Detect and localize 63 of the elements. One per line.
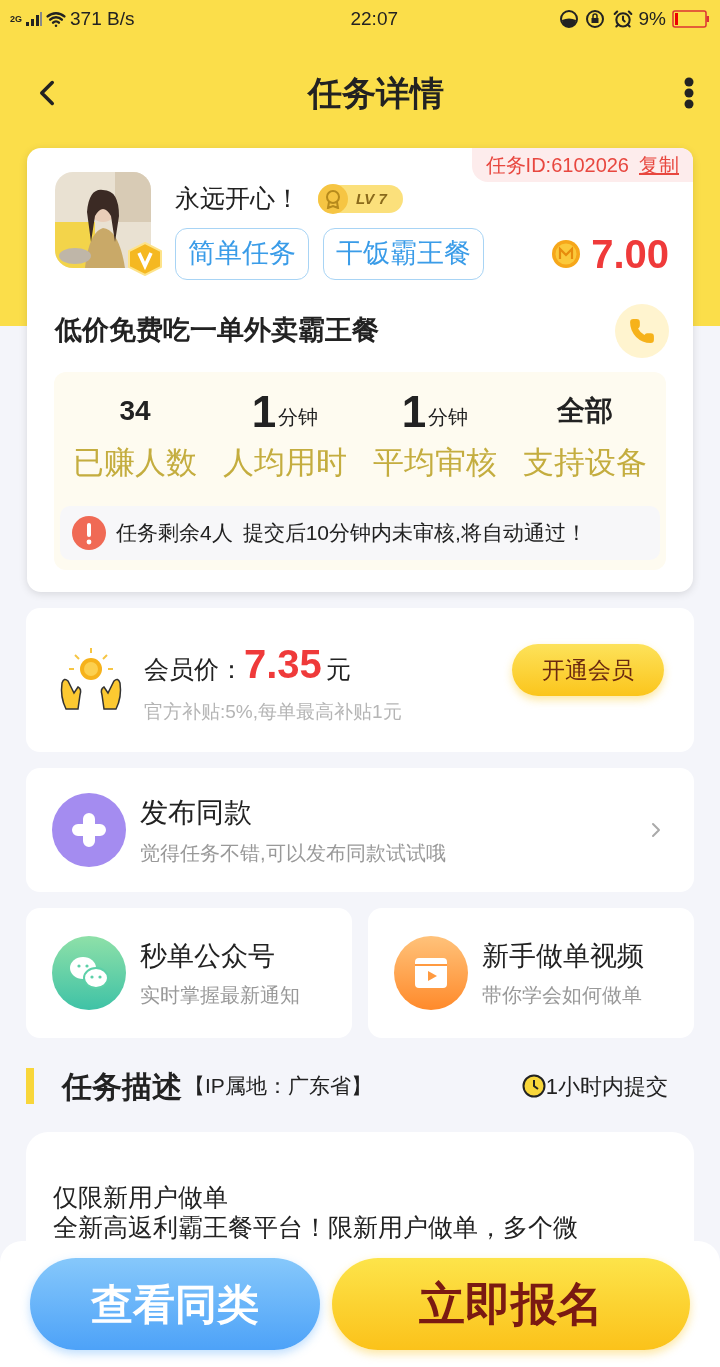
plus-icon — [52, 793, 126, 867]
shortcut-title: 秒单公众号 — [140, 939, 276, 973]
eye-comfort-icon — [558, 9, 579, 29]
member-price-label: 会员价： — [144, 653, 244, 685]
stat-label: 人均用时 — [223, 443, 347, 482]
more-icon — [684, 77, 694, 109]
stat-label: 平均审核 — [373, 443, 497, 482]
stat-value: 全部 — [557, 393, 613, 428]
level-text: LV 7 — [356, 188, 387, 209]
remaining-text: 任务剩余4人 — [116, 520, 233, 547]
page-title: 任务详情 — [306, 72, 445, 114]
coin-icon — [551, 238, 582, 269]
ip-location: 【IP属地：广东省】 — [184, 1073, 372, 1100]
warning-icon — [72, 516, 106, 550]
deadline-text: 1小时内提交 — [545, 1072, 668, 1101]
phone-icon — [629, 317, 655, 344]
signup-button[interactable]: 立即报名 — [332, 1258, 690, 1350]
vip-badge-icon — [127, 242, 163, 276]
shortcut-subtitle: 实时掌握最新通知 — [140, 983, 300, 1009]
shortcut-card[interactable]: 新手做单视频 带你学会如何做单 — [368, 908, 694, 1038]
member-price: 7.35 — [244, 640, 322, 688]
stat-value: 1 — [251, 389, 277, 434]
description-text: 全新高返利霸王餐平台！限新用户做单，多个微 — [53, 1212, 579, 1242]
stat-unit: 分钟 — [428, 404, 469, 430]
shortcut-subtitle: 带你学会如何做单 — [482, 983, 643, 1009]
task-id: 任务ID:6102026 — [485, 153, 629, 178]
clock-icon — [521, 1074, 546, 1098]
publish-subtitle: 觉得任务不错,可以发布同款试试哦 — [140, 841, 447, 866]
section-marker — [26, 1068, 34, 1104]
stat-unit: 分钟 — [278, 404, 319, 430]
chat-bubbles-icon — [52, 936, 126, 1010]
stat-value: 34 — [119, 393, 151, 428]
video-icon — [394, 936, 468, 1010]
subsidy-note: 官方补贴:5%,每单最高补贴1元 — [144, 699, 403, 724]
status-time: 22:07 — [349, 6, 400, 31]
battery-percent: 9% — [638, 6, 666, 31]
task-tag: 简单任务 — [175, 227, 309, 280]
network-speed: 371 B/s — [70, 6, 135, 31]
rotation-lock-icon — [584, 9, 607, 29]
alarm-icon — [612, 9, 633, 29]
coin-hands-icon — [58, 647, 124, 713]
description-text: 仅限新用户做单 — [53, 1182, 229, 1212]
stat-value: 1 — [401, 389, 427, 434]
join-member-button[interactable]: 开通会员 — [512, 644, 664, 696]
shortcut-card[interactable]: 秒单公众号 实时掌握最新通知 — [26, 908, 352, 1038]
price-unit: 元 — [325, 653, 351, 685]
section-title: 任务描述 — [62, 1068, 182, 1105]
stat-label: 支持设备 — [523, 443, 647, 482]
user-name: 永远开心！ — [175, 183, 300, 214]
stat-label: 已赚人数 — [73, 443, 197, 482]
reward-amount: 7.00 — [591, 230, 669, 278]
battery-icon — [672, 10, 710, 28]
wifi-icon — [46, 9, 66, 29]
network-type: 2G — [10, 12, 22, 26]
medal-icon — [324, 188, 342, 209]
task-title: 低价免费吃一单外卖霸王餐 — [55, 314, 380, 348]
auto-approve-text: 提交后10分钟内未审核,将自动通过！ — [242, 520, 587, 547]
task-tag: 干饭霸王餐 — [323, 227, 484, 280]
shortcut-title: 新手做单视频 — [482, 939, 644, 973]
more-button[interactable] — [684, 77, 694, 109]
publish-card[interactable]: 发布同款 觉得任务不错,可以发布同款试试哦 — [26, 768, 694, 892]
publish-title: 发布同款 — [140, 796, 253, 830]
signal-icon — [26, 12, 42, 26]
